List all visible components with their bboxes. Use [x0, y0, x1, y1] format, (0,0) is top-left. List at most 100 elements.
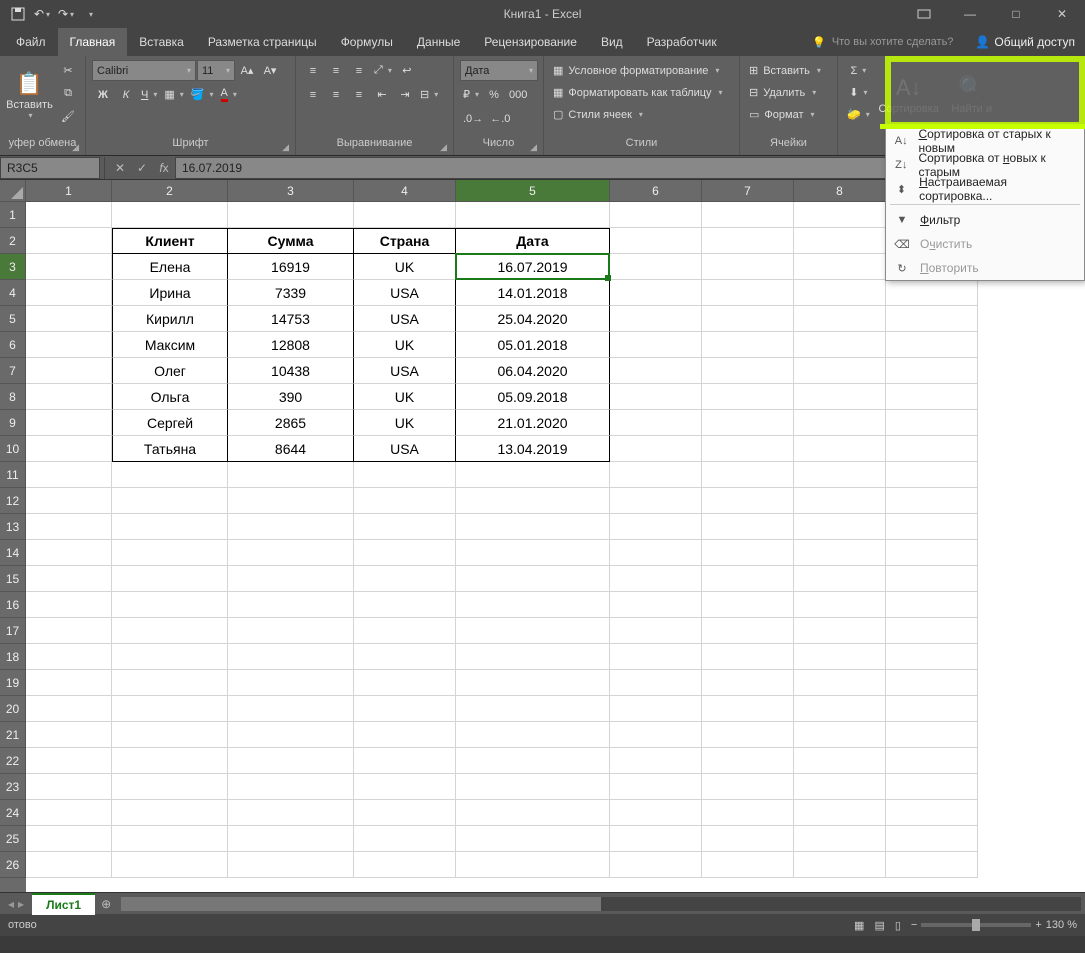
cell[interactable] [794, 592, 886, 618]
cell[interactable] [794, 774, 886, 800]
tell-me[interactable]: 💡 Что вы хотите сделать? [812, 28, 965, 56]
format-cells-button[interactable]: ▭Формат▾ [746, 104, 824, 125]
cell[interactable]: USA [354, 436, 456, 462]
cell[interactable] [610, 774, 702, 800]
cell[interactable] [610, 280, 702, 306]
undo-icon[interactable]: ↶▾ [34, 6, 50, 22]
cell[interactable] [456, 826, 610, 852]
view-layout-icon[interactable]: ▤ [874, 919, 884, 932]
cell[interactable] [112, 800, 228, 826]
cell[interactable] [456, 202, 610, 228]
cell[interactable] [112, 670, 228, 696]
cell[interactable] [26, 514, 112, 540]
cell[interactable] [26, 670, 112, 696]
align-top-button[interactable]: ≡ [302, 60, 324, 81]
cell[interactable] [26, 800, 112, 826]
cell[interactable] [26, 852, 112, 878]
custom-sort-item[interactable]: ⬍Настраиваемая сортировка... [886, 177, 1084, 201]
cell[interactable] [26, 488, 112, 514]
row-header[interactable]: 24 [0, 800, 26, 826]
cell[interactable]: 14753 [228, 306, 354, 332]
cell[interactable] [228, 670, 354, 696]
cell[interactable] [610, 618, 702, 644]
cell[interactable] [610, 384, 702, 410]
tab-данные[interactable]: Данные [405, 28, 472, 56]
merge-button[interactable]: ⊟▾ [417, 84, 441, 105]
cell[interactable] [26, 774, 112, 800]
dialog-launcher-icon[interactable]: ◢ [282, 142, 289, 153]
cell[interactable] [794, 566, 886, 592]
column-header[interactable]: 7 [702, 180, 794, 202]
increase-decimal-button[interactable]: .0→ [460, 108, 486, 129]
cell[interactable] [610, 228, 702, 254]
tab-разработчик[interactable]: Разработчик [635, 28, 729, 56]
cell[interactable] [112, 644, 228, 670]
sheet-nav[interactable]: ◂▸ [0, 897, 32, 911]
cell[interactable] [794, 436, 886, 462]
cell[interactable]: Клиент [112, 228, 228, 254]
cell[interactable] [702, 202, 794, 228]
cell[interactable] [610, 748, 702, 774]
delete-cells-button[interactable]: ⊟Удалить▾ [746, 82, 824, 103]
cell[interactable] [112, 514, 228, 540]
cell[interactable] [702, 488, 794, 514]
cell[interactable]: 05.01.2018 [456, 332, 610, 358]
cell[interactable] [112, 592, 228, 618]
cell[interactable] [354, 514, 456, 540]
copy-button[interactable]: ⧉ [57, 83, 79, 104]
minimize-button[interactable]: — [947, 0, 993, 28]
cell[interactable] [354, 592, 456, 618]
cell[interactable] [26, 592, 112, 618]
cell[interactable] [794, 670, 886, 696]
cell[interactable] [228, 644, 354, 670]
row-header[interactable]: 16 [0, 592, 26, 618]
cell[interactable] [794, 228, 886, 254]
cell[interactable] [702, 774, 794, 800]
cell[interactable] [228, 722, 354, 748]
close-button[interactable]: ✕ [1039, 0, 1085, 28]
row-header[interactable]: 26 [0, 852, 26, 878]
decrease-indent-button[interactable]: ⇤ [371, 84, 393, 105]
cell[interactable] [456, 670, 610, 696]
cell[interactable]: 10438 [228, 358, 354, 384]
cell[interactable] [794, 332, 886, 358]
sort-oldest-newest-item[interactable]: A↓Сортировка от старых к новым [886, 129, 1084, 153]
dialog-launcher-icon[interactable]: ◢ [440, 142, 447, 153]
cell-styles-button[interactable]: ▢Стили ячеек▾ [550, 104, 726, 125]
row-header[interactable]: 3 [0, 254, 26, 280]
format-as-table-button[interactable]: ▦Форматировать как таблицу▾ [550, 82, 726, 103]
align-middle-button[interactable]: ≡ [325, 60, 347, 81]
cell[interactable] [610, 826, 702, 852]
cell[interactable] [886, 358, 978, 384]
row-header[interactable]: 8 [0, 384, 26, 410]
wrap-text-button[interactable]: ↩ [396, 60, 418, 81]
cell[interactable] [702, 852, 794, 878]
cell[interactable] [112, 566, 228, 592]
cell[interactable]: 06.04.2020 [456, 358, 610, 384]
cell[interactable] [702, 540, 794, 566]
cell[interactable] [610, 670, 702, 696]
cell[interactable] [26, 332, 112, 358]
border-button[interactable]: ▦▾ [161, 84, 186, 105]
cell[interactable] [886, 644, 978, 670]
cell[interactable] [26, 410, 112, 436]
row-header[interactable]: 19 [0, 670, 26, 696]
cell[interactable] [228, 800, 354, 826]
view-normal-icon[interactable]: ▦ [854, 919, 864, 932]
tab-формулы[interactable]: Формулы [329, 28, 405, 56]
save-icon[interactable] [10, 6, 26, 22]
cell[interactable] [26, 540, 112, 566]
cell[interactable] [228, 540, 354, 566]
fill-color-button[interactable]: 🪣▾ [188, 84, 217, 105]
ribbon-display-button[interactable] [901, 0, 947, 28]
fx-button[interactable]: fx [153, 161, 175, 175]
cell[interactable] [228, 618, 354, 644]
row-header[interactable]: 9 [0, 410, 26, 436]
reapply-item[interactable]: ↻Повторить [886, 256, 1084, 280]
row-header[interactable]: 2 [0, 228, 26, 254]
cell[interactable]: Олег [112, 358, 228, 384]
cell[interactable] [886, 852, 978, 878]
align-right-button[interactable]: ≡ [348, 84, 370, 105]
increase-indent-button[interactable]: ⇥ [394, 84, 416, 105]
cell[interactable] [794, 410, 886, 436]
